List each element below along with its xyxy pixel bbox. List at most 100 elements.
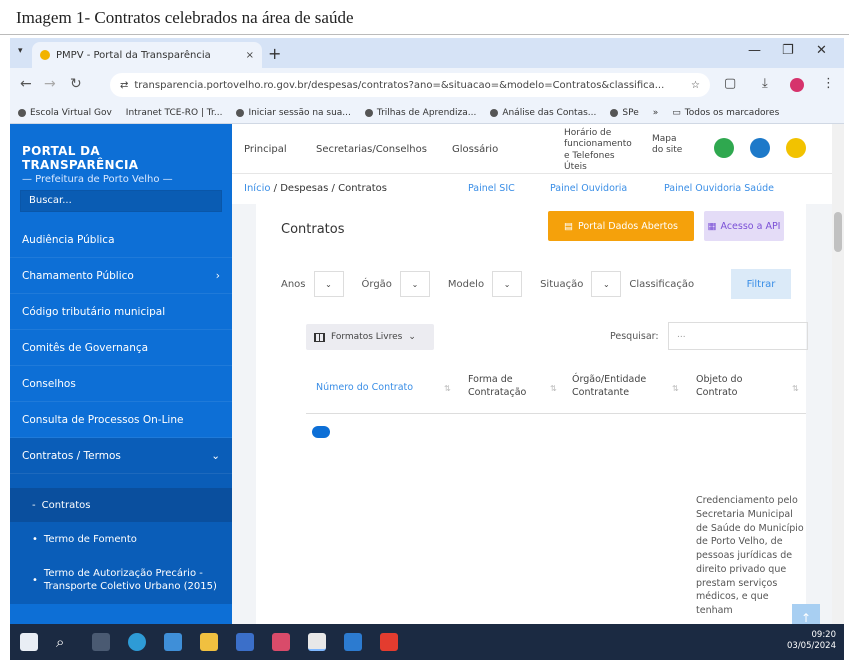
arrow-up-icon: ↑ [800,611,812,625]
select-situacao[interactable]: ⌄ [591,271,622,297]
column-numero-contrato[interactable]: Número do Contrato [316,382,426,395]
nav-link-glossario[interactable]: Glossário [452,144,498,155]
select-anos[interactable]: ⌄ [313,271,344,297]
chrome-icon[interactable] [308,633,326,651]
sidebar-submenu: - Contratos • Termo de Fomento • Termo de A… [10,474,232,604]
store-icon[interactable] [164,633,182,651]
filter-label-classificacao[interactable]: Classificação [629,279,694,290]
minimize-icon[interactable]: — [748,43,761,58]
column-orgao-entidade[interactable]: Órgão/Entidade Contratante [572,374,668,400]
open-data-button[interactable]: ▤ Portal Dados Abertos [548,211,694,241]
app-icon[interactable] [272,633,290,651]
api-icon: ▦ [707,220,717,232]
sidebar-item-consulta-processos[interactable]: Consulta de Processos On-Line [10,402,232,438]
row-expand-toggle[interactable] [312,426,330,438]
back-icon[interactable]: ← [20,76,32,92]
contract-object-text: Credenciamento pelo Secretaria Municipal… [696,495,804,617]
link-painel-ouvidoria[interactable]: Painel Ouvidoria [550,183,627,194]
download-icon[interactable]: ⤓ [762,76,768,91]
info-icon[interactable] [786,138,806,158]
main-content: Contratos ▤ Portal Dados Abertos ▦ Acess… [232,204,844,632]
formats-dropdown[interactable]: Formatos Livres ⌄ [306,324,434,350]
brand-subtitle: — Prefeitura de Porto Velho — [22,174,173,185]
menu-kebab-icon[interactable]: ⋮ [822,76,835,91]
breadcrumb-despesas[interactable]: Despesas [280,183,328,194]
system-clock[interactable]: 09:20 03/05/2024 [787,630,836,653]
sort-icon[interactable]: ⇅ [550,384,557,393]
nav-link-mapa[interactable]: Mapa do site [652,134,686,157]
sidebar-item-comites[interactable]: Comitês de Governança [10,330,232,366]
sidebar-item-chamamento-publico[interactable]: Chamamento Público › [10,258,232,294]
maximize-icon[interactable]: ❐ [782,43,794,58]
nav-link-horario[interactable]: Horário de funcionamento e Telefones Úte… [564,128,634,173]
bookmark-item[interactable]: Iniciar sessão na sua... [236,108,351,118]
tab-search-icon[interactable]: ▾ [18,46,23,56]
nav-link-secretarias[interactable]: Secretarias/Conselhos [316,144,427,155]
filters-row: Anos ⌄ Órgão ⌄ Modelo ⌄ Situação ⌄ Class… [281,264,791,304]
breadcrumb-home[interactable]: Início [244,183,270,194]
sidebar-item-audiencia-publica[interactable]: Audiência Pública [10,222,232,258]
api-access-button[interactable]: ▦ Acesso a API [704,211,784,241]
url-text: transparencia.portovelho.ro.gov.br/despe… [134,79,665,91]
divider [0,34,849,35]
address-bar[interactable]: ⇄ transparencia.portovelho.ro.gov.br/des… [110,73,710,97]
forward-icon[interactable]: → [44,76,56,92]
bookmarks-overflow-icon[interactable]: » [653,108,659,118]
main-header: Principal Secretarias/Conselhos Glossári… [232,124,844,174]
sort-icon[interactable]: ⇅ [444,384,451,393]
bookmark-item[interactable]: Intranet TCE-RO | Tr... [126,108,223,118]
site-info-icon[interactable]: ⇄ [120,80,128,91]
profile-avatar[interactable] [790,78,804,92]
reload-icon[interactable]: ↻ [70,76,82,92]
table-search-input[interactable]: ... [668,322,808,350]
bookmark-star-icon[interactable]: ☆ [691,80,700,91]
all-bookmarks-folder[interactable]: ▭ Todos os marcadores [672,108,779,118]
bookmark-item[interactable]: Escola Virtual Gov [18,108,112,118]
contracts-card: Contratos ▤ Portal Dados Abertos ▦ Acess… [256,204,808,624]
screenshot-frame: ▾ PMPV - Portal da Transparência × + — ❐… [10,38,844,660]
sidebar-subitem-termo-fomento[interactable]: • Termo de Fomento [10,522,232,556]
file-explorer-icon[interactable] [200,633,218,651]
folder-icon: ▭ [672,107,681,118]
tab-close-icon[interactable]: × [246,50,254,61]
bookmark-item[interactable]: Análise das Contas... [490,108,596,118]
accessibility-icon[interactable] [714,138,734,158]
windows-start-icon[interactable] [20,633,38,651]
select-modelo[interactable]: ⌄ [492,271,523,297]
nav-link-principal[interactable]: Principal [244,144,287,155]
close-window-icon[interactable]: ✕ [816,43,827,58]
select-orgao[interactable]: ⌄ [399,271,430,297]
app-icon[interactable] [236,633,254,651]
tab-strip: ▾ PMPV - Portal da Transparência × + — ❐… [10,38,844,68]
brand-logo[interactable]: PORTAL DA TRANSPARÊNCIA — Prefeitura de … [10,124,232,190]
app-icon[interactable] [344,633,362,651]
column-objeto-contrato[interactable]: Objeto do Contrato [696,374,776,400]
new-tab-button[interactable]: + [268,44,281,63]
bookmark-icon [610,108,619,117]
bookmark-item[interactable]: SPe [610,108,639,118]
link-painel-sic[interactable]: Painel SIC [468,183,515,194]
column-forma-contratacao[interactable]: Forma de Contratação [468,374,548,400]
sidebar-item-conselhos[interactable]: Conselhos [10,366,232,402]
browser-tab[interactable]: PMPV - Portal da Transparência × [32,42,262,68]
sidebar-subitem-contratos[interactable]: - Contratos [10,488,232,522]
bookmark-item[interactable]: Trilhas de Aprendiza... [364,108,476,118]
sidebar-item-contratos-termos[interactable]: Contratos / Termos ⌄ [10,438,232,474]
filter-button[interactable]: Filtrar [731,269,791,299]
sidebar-search-input[interactable]: Buscar... [20,190,222,212]
sidebar-menu: Audiência Pública Chamamento Público › Có… [10,222,232,604]
favicon-icon [40,50,50,60]
page-scrollbar[interactable] [832,124,844,624]
sort-icon[interactable]: ⇅ [792,384,799,393]
sidebar-subitem-termo-autorizacao[interactable]: • Termo de Autorização Precário - Transpo… [10,556,232,604]
sidebar-item-codigo-tributario[interactable]: Código tributário municipal [10,294,232,330]
scrollbar-thumb[interactable] [834,212,842,252]
acrobat-icon[interactable] [380,633,398,651]
task-view-icon[interactable] [92,633,110,651]
search-icon[interactable]: ⌕ [56,633,74,651]
link-painel-ouvidoria-saude[interactable]: Painel Ouvidoria Saúde [664,183,774,194]
chat-icon[interactable] [750,138,770,158]
extensions-icon[interactable]: ▢ [724,76,736,91]
edge-icon[interactable] [128,633,146,651]
sort-icon[interactable]: ⇅ [672,384,679,393]
